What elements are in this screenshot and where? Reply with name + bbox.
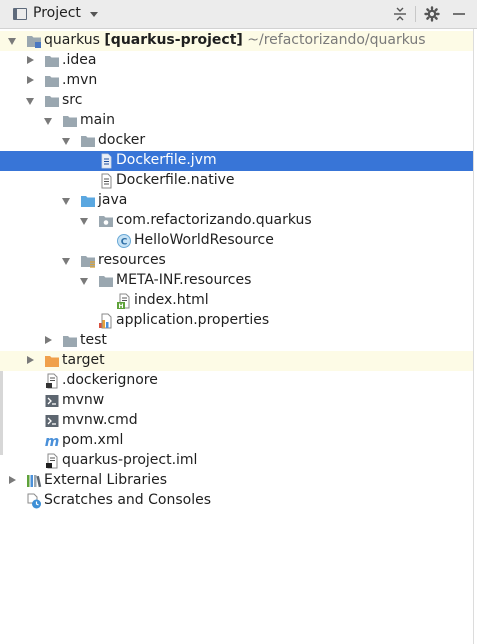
expand-arrow-icon[interactable] [8, 38, 16, 45]
tree-row-pom-xml[interactable]: m pom.xml [0, 431, 473, 451]
tree-row-src[interactable]: src [0, 91, 473, 111]
tree-row-root[interactable]: quarkus [quarkus-project] ~/refactorizan… [0, 31, 473, 51]
source-folder-icon [81, 196, 95, 207]
folder-icon [81, 136, 95, 147]
tree-row-idea[interactable]: .idea [0, 51, 473, 71]
view-dropdown-caret-icon[interactable] [90, 12, 98, 17]
expand-arrow-icon[interactable] [80, 218, 88, 225]
expand-arrow-icon[interactable] [26, 98, 34, 105]
gear-icon[interactable] [424, 6, 440, 22]
tool-window-header: Project [0, 0, 477, 29]
expand-arrow-icon[interactable] [9, 476, 16, 484]
tree-row-iml[interactable]: quarkus-project.iml [0, 451, 473, 471]
expand-arrow-icon[interactable] [62, 138, 70, 145]
tree-row-dockerfile-jvm[interactable]: Dockerfile.jvm [0, 151, 473, 171]
tree-label-resources: resources [98, 252, 166, 268]
tree-row-mvnw[interactable]: mvnw [0, 391, 473, 411]
project-view-icon [13, 8, 27, 20]
excluded-folder-icon [45, 356, 59, 367]
tree-row-index-html[interactable]: H index.html [0, 291, 473, 311]
tree-row-dockerignore[interactable]: .dockerignore [0, 371, 473, 391]
tree-label-java: java [98, 192, 128, 208]
tree-row-target[interactable]: target [0, 351, 473, 371]
tree-row-mvnw-cmd[interactable]: mvnw.cmd [0, 411, 473, 431]
folder-icon [63, 336, 77, 347]
view-title[interactable]: Project [33, 5, 81, 21]
tree-label-index-html: index.html [134, 292, 209, 308]
iml-file-icon [46, 453, 58, 469]
tree-row-meta-inf[interactable]: META-INF.resources [0, 271, 473, 291]
shell-script-icon [45, 395, 59, 407]
folder-icon [63, 116, 77, 127]
expand-arrow-icon[interactable] [27, 356, 34, 364]
module-folder-icon [27, 36, 41, 48]
scratches-icon [27, 493, 41, 509]
tree-row-resources[interactable]: resources [0, 251, 473, 271]
svg-text:m: m [45, 434, 60, 449]
tree-row-docker[interactable]: docker [0, 131, 473, 151]
minimize-icon[interactable] [451, 6, 467, 22]
tree-label-dockerignore: .dockerignore [62, 372, 158, 388]
collapse-all-icon[interactable] [392, 6, 408, 22]
tree-row-test[interactable]: test [0, 331, 473, 351]
cmd-script-icon [45, 415, 59, 427]
tree-label-package: com.refactorizando.quarkus [116, 212, 312, 228]
tree-row-hello-world-resource[interactable]: C HelloWorldResource [0, 231, 473, 251]
folder-icon [45, 76, 59, 87]
tree-row-package[interactable]: com.refactorizando.quarkus [0, 211, 473, 231]
tree-label-dockerfile-jvm: Dockerfile.jvm [116, 152, 217, 168]
expand-arrow-icon[interactable] [80, 278, 88, 285]
svg-text:C: C [121, 237, 128, 247]
folder-icon [45, 56, 59, 67]
header-separator [415, 6, 416, 22]
ignore-file-icon [46, 373, 58, 389]
tree-label-idea: .idea [62, 52, 97, 68]
tree-label-dockerfile-native: Dockerfile.native [116, 172, 235, 188]
text-file-icon [101, 153, 112, 169]
tree-row-main[interactable]: main [0, 111, 473, 131]
tree-label-test: test [80, 332, 107, 348]
text-file-icon [101, 173, 112, 189]
tree-row-application-properties[interactable]: application.properties [0, 311, 473, 331]
panel-border [473, 29, 474, 644]
tree-label-iml: quarkus-project.iml [62, 452, 198, 468]
expand-arrow-icon[interactable] [27, 56, 34, 64]
tree-label-hello-world-resource: HelloWorldResource [134, 232, 274, 248]
html-file-icon: H [117, 293, 130, 309]
tree-label-root: quarkus [quarkus-project] ~/refactorizan… [44, 32, 426, 48]
tree-row-external-libraries[interactable]: External Libraries [0, 471, 473, 491]
tree-row-dockerfile-native[interactable]: Dockerfile.native [0, 171, 473, 191]
package-icon [99, 216, 113, 227]
libraries-icon [27, 475, 42, 488]
tree-label-mvn: .mvn [62, 72, 98, 88]
expand-arrow-icon[interactable] [62, 198, 70, 205]
tree-label-application-properties: application.properties [116, 312, 270, 328]
tree-label-mvnw: mvnw [62, 392, 105, 408]
tree-label-external-libraries: External Libraries [44, 472, 167, 488]
tree-row-scratches[interactable]: Scratches and Consoles [0, 491, 473, 511]
tree-label-target: target [62, 352, 105, 368]
tree-label-docker: docker [98, 132, 146, 148]
svg-text:H: H [118, 303, 123, 309]
folder-icon [45, 96, 59, 107]
tree-label-scratches: Scratches and Consoles [44, 492, 211, 508]
expand-arrow-icon[interactable] [44, 118, 52, 125]
tree-label-mvnw-cmd: mvnw.cmd [62, 412, 138, 428]
tree-label-main: main [80, 112, 115, 128]
properties-file-icon [99, 313, 112, 329]
expand-arrow-icon[interactable] [45, 336, 52, 344]
tree-label-pom-xml: pom.xml [62, 432, 124, 448]
folder-icon [99, 276, 113, 287]
java-class-icon: C [117, 234, 131, 248]
expand-arrow-icon[interactable] [62, 258, 70, 265]
tree-row-java[interactable]: java [0, 191, 473, 211]
tree-label-meta-inf: META-INF.resources [116, 272, 252, 288]
resources-folder-icon [81, 256, 95, 268]
maven-icon: m [45, 434, 60, 449]
tree-row-mvn[interactable]: .mvn [0, 71, 473, 91]
tree-label-src: src [62, 92, 83, 108]
expand-arrow-icon[interactable] [27, 76, 34, 84]
